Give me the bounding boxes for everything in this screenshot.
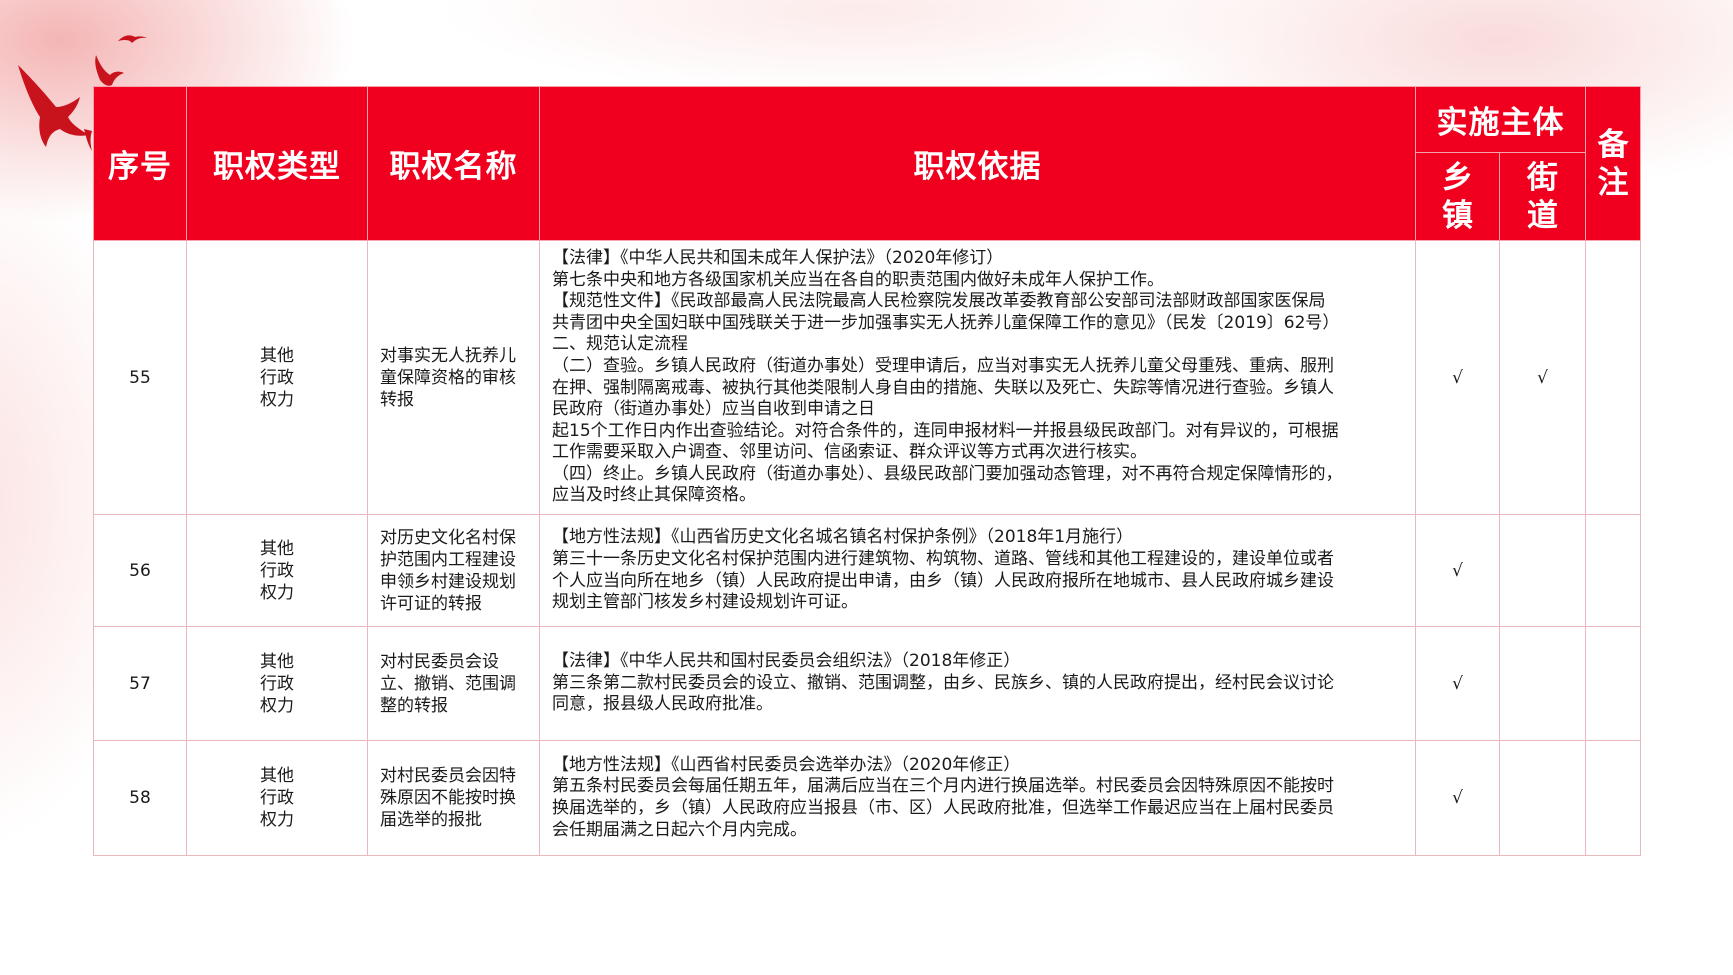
header-township: 乡镇: [1415, 152, 1500, 241]
table-row: 56 其他行政权力 对历史文化名村保护范围内工程建设申领乡村建设规划许可证的转报…: [93, 514, 1641, 627]
row-note: [1585, 240, 1641, 515]
row-name: 对村民委员会设立、撤销、范围调整的转报: [367, 626, 540, 741]
header-township-text: 乡镇: [1442, 159, 1473, 234]
basis-line: 【地方性法规】《山西省历史文化名城名镇名村保护条例》（2018年1月施行）: [552, 527, 1134, 548]
header-power-name: 职权名称: [367, 86, 540, 241]
township-check: √: [1415, 626, 1500, 741]
basis-line: 应当及时终止其保障资格。: [552, 485, 756, 506]
basis-line: 第三十一条历史文化名村保护范围内进行建筑物、构筑物、道路、管线和其他工程建设的，…: [552, 548, 1334, 569]
row-type-text: 其他行政权力: [260, 766, 294, 830]
basis-line: 【地方性法规】《山西省村民委员会选举办法》（2020年修正）: [552, 754, 1021, 775]
table-row: 58 其他行政权力 对村民委员会因特殊原因不能按时换届选举的报批 【地方性法规】…: [93, 740, 1641, 856]
township-check: √: [1415, 740, 1500, 856]
row-name: 对事实无人抚养儿童保障资格的审核转报: [367, 240, 540, 515]
row-no: 58: [93, 740, 187, 856]
basis-line: 在押、强制隔离戒毒、被执行其他类限制人身自由的措施、失联以及死亡、失踪等情况进行…: [552, 377, 1334, 398]
basis-line: 第三条第二款村民委员会的设立、撤销、范围调整，由乡、民族乡、镇的人民政府提出，经…: [552, 672, 1334, 693]
row-basis: 【法律】《中华人民共和国未成年人保护法》（2020年修订） 第七条中央和地方各级…: [539, 240, 1416, 515]
township-check: √: [1415, 514, 1500, 627]
street-check: [1499, 626, 1586, 741]
basis-line: 二、规范认定流程: [552, 334, 688, 355]
header-note: 备注: [1585, 86, 1641, 241]
row-note: [1585, 626, 1641, 741]
basis-line: 第七条中央和地方各级国家机关应当在各自的职责范围内做好未成年人保护工作。: [552, 269, 1164, 290]
header-street: 街道: [1499, 152, 1586, 241]
basis-line: 换届选举的，乡（镇）人民政府应当报县（市、区）人民政府批准，但选举工作最迟应当在…: [552, 798, 1334, 818]
row-type-text: 其他行政权力: [260, 651, 294, 716]
township-check: √: [1415, 240, 1500, 515]
header-power-basis: 职权依据: [539, 86, 1416, 241]
basis-line: （二）查验。乡镇人民政府（街道办事处）受理申请后，应当对事实无人抚养儿童父母重残…: [552, 355, 1334, 376]
row-no: 55: [93, 240, 187, 515]
row-note: [1585, 740, 1641, 856]
header-power-type: 职权类型: [186, 86, 368, 241]
row-note: [1585, 514, 1641, 627]
row-basis: 【法律】《中华人民共和国村民委员会组织法》（2018年修正） 第三条第二款村民委…: [539, 626, 1416, 741]
basis-line: 规划主管部门核发乡村建设规划许可证。: [552, 592, 858, 613]
row-name: 对村民委员会因特殊原因不能按时换届选举的报批: [367, 740, 540, 856]
basis-line: （四）终止。乡镇人民政府（街道办事处）、县级民政部门要加强动态管理，对不再符合规…: [552, 463, 1343, 484]
basis-line: 民政府（街道办事处）应当自收到申请之日: [552, 399, 875, 420]
row-type-text: 其他行政权力: [260, 538, 294, 603]
power-list-table: 序号 职权类型 职权名称 职权依据 实施主体 备注 乡镇 街道 55 其他行政权…: [93, 86, 1641, 856]
row-basis: 【地方性法规】《山西省历史文化名城名镇名村保护条例》（2018年1月施行） 第三…: [539, 514, 1416, 627]
basis-line: 起15个工作日内作出查验结论。对符合条件的，连同申报材料一并报县级民政部门。对有…: [552, 420, 1339, 441]
row-type: 其他行政权力: [186, 626, 368, 741]
basis-line: 【法律】《中华人民共和国未成年人保护法》（2020年修订）: [552, 247, 1004, 268]
basis-line: 个人应当向所在地乡（镇）人民政府提出申请，由乡（镇）人民政府报所在地城市、县人民…: [552, 570, 1334, 591]
row-name: 对历史文化名村保护范围内工程建设申领乡村建设规划许可证的转报: [367, 514, 540, 627]
row-type: 其他行政权力: [186, 240, 368, 515]
street-check: [1499, 514, 1586, 627]
table-row: 57 其他行政权力 对村民委员会设立、撤销、范围调整的转报 【法律】《中华人民共…: [93, 626, 1641, 741]
row-type-text: 其他行政权力: [260, 345, 294, 410]
header-implementing-subject: 实施主体: [1415, 86, 1586, 153]
basis-line: 会任期届满之日起六个月内完成。: [552, 819, 807, 840]
basis-line: 第五条村民委员会每届任期五年，届满后应当在三个月内进行换届选举。村民委员会因特殊…: [552, 776, 1334, 797]
basis-line: 工作需要采取入户调查、邻里访问、信函索证、群众评议等方式再次进行核实。: [552, 442, 1147, 463]
row-no: 56: [93, 514, 187, 627]
basis-line: 同意，报县级人民政府批准。: [552, 694, 773, 715]
row-type: 其他行政权力: [186, 740, 368, 856]
header-note-text: 备注: [1597, 126, 1629, 201]
row-basis: 【地方性法规】《山西省村民委员会选举办法》（2020年修正） 第五条村民委员会每…: [539, 740, 1416, 856]
table-row: 55 其他行政权力 对事实无人抚养儿童保障资格的审核转报 【法律】《中华人民共和…: [93, 240, 1641, 515]
row-type: 其他行政权力: [186, 514, 368, 627]
header-street-text: 街道: [1527, 159, 1558, 234]
basis-line: 【法律】《中华人民共和国村民委员会组织法》（2018年修正）: [552, 651, 1021, 672]
basis-line: 共青团中央全国妇联中国残联关于进一步加强事实无人抚养儿童保障工作的意见》（民发〔…: [552, 312, 1340, 333]
basis-line: 【规范性文件】《民政部最高人民法院最高人民检察院发展改革委教育部公安部司法部财政…: [552, 291, 1326, 312]
street-check: √: [1499, 240, 1586, 515]
street-check: [1499, 740, 1586, 856]
row-no: 57: [93, 626, 187, 741]
header-no: 序号: [93, 86, 187, 241]
